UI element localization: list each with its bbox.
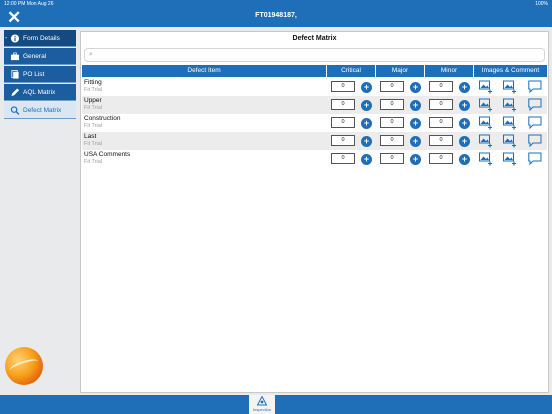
add-photo-icon[interactable] xyxy=(503,116,517,130)
sidebar-item-po-list[interactable]: PO List xyxy=(4,66,76,83)
sidebar-item-label: AQL Matrix xyxy=(23,89,56,96)
defect-item-name: USA Comments xyxy=(84,151,131,158)
sidebar-item-general[interactable]: General xyxy=(4,48,76,65)
add-critical-button[interactable]: + xyxy=(361,118,372,129)
search-icon xyxy=(10,106,20,115)
search-input[interactable]: ⌕ xyxy=(84,48,545,62)
bottom-tab-bar: Inspection xyxy=(0,395,552,414)
add-minor-button[interactable]: + xyxy=(459,100,470,111)
sidebar-item-label: Defect Matrix xyxy=(23,107,62,114)
defect-item-name: Fitting xyxy=(84,79,102,86)
defect-item-subtitle: Fit Trial xyxy=(84,159,103,165)
major-count-input[interactable]: 0 xyxy=(380,81,404,92)
battery-status: 100% xyxy=(535,1,548,7)
comment-icon[interactable] xyxy=(528,134,542,148)
add-minor-button[interactable]: + xyxy=(459,136,470,147)
sidebar-item-label: General xyxy=(23,53,47,60)
critical-count-input[interactable]: 0 xyxy=(331,81,355,92)
add-critical-button[interactable]: + xyxy=(361,82,372,93)
critical-count-input[interactable]: 0 xyxy=(331,153,355,164)
defect-item-subtitle: Fit Trial xyxy=(84,105,103,111)
column-header-defect-item: Defect Item xyxy=(82,65,327,77)
tab-inspection[interactable]: Inspection xyxy=(249,395,275,414)
add-minor-button[interactable]: + xyxy=(459,118,470,129)
sidebar: - Form Details General PO List AQL Matri… xyxy=(0,27,80,395)
table-row: Fitting Fit Trial 0 +0 +0 + xyxy=(82,78,547,96)
column-header-critical: Critical xyxy=(327,65,376,77)
add-photo-icon[interactable] xyxy=(503,80,517,94)
defect-item-subtitle: Fit Trial xyxy=(84,141,103,147)
table-row: Last Fit Trial 0 +0 +0 + xyxy=(82,132,547,150)
add-major-button[interactable]: + xyxy=(410,136,421,147)
add-minor-button[interactable]: + xyxy=(459,154,470,165)
comment-icon[interactable] xyxy=(528,116,542,130)
sidebar-item-label: Form Details xyxy=(23,35,60,42)
add-image-icon[interactable] xyxy=(479,116,493,130)
add-photo-icon[interactable] xyxy=(503,98,517,112)
critical-count-input[interactable]: 0 xyxy=(331,99,355,110)
comment-icon[interactable] xyxy=(528,80,542,94)
defect-item-name: Upper xyxy=(84,97,102,104)
table-header: Defect Item Critical Major Minor Images … xyxy=(82,65,547,77)
tab-label: Inspection xyxy=(252,407,272,412)
add-major-button[interactable]: + xyxy=(410,118,421,129)
sidebar-item-defect-matrix[interactable]: Defect Matrix xyxy=(4,102,76,119)
page-title: FT01948187, xyxy=(255,12,297,19)
status-bar: 12:00 PM Mon Aug 26 100% xyxy=(0,0,552,8)
table-row: USA Comments Fit Trial 0 +0 +0 + xyxy=(82,150,547,168)
minor-count-input[interactable]: 0 xyxy=(429,99,453,110)
add-major-button[interactable]: + xyxy=(410,82,421,93)
company-logo xyxy=(5,347,43,385)
inspection-icon xyxy=(257,396,267,406)
status-time: 12:00 PM Mon Aug 26 xyxy=(4,1,54,7)
major-count-input[interactable]: 0 xyxy=(380,153,404,164)
major-count-input[interactable]: 0 xyxy=(380,99,404,110)
table-row: Upper Fit Trial 0 +0 +0 + xyxy=(82,96,547,114)
defect-item-name: Last xyxy=(84,133,97,140)
pencil-icon xyxy=(11,88,20,97)
sidebar-item-form-details[interactable]: - Form Details xyxy=(4,30,76,47)
info-icon xyxy=(10,34,20,43)
sidebar-item-label: PO List xyxy=(23,71,45,78)
add-major-button[interactable]: + xyxy=(410,100,421,111)
sidebar-item-aql-matrix[interactable]: AQL Matrix xyxy=(4,84,76,101)
minor-count-input[interactable]: 0 xyxy=(429,135,453,146)
defect-item-subtitle: Fit Trial xyxy=(84,123,103,129)
comment-icon[interactable] xyxy=(528,98,542,112)
column-header-major: Major xyxy=(376,65,425,77)
search-icon: ⌕ xyxy=(89,51,93,58)
navigation-bar: ✕ FT01948187, xyxy=(0,8,552,27)
major-count-input[interactable]: 0 xyxy=(380,135,404,146)
comment-icon[interactable] xyxy=(528,152,542,166)
column-header-minor: Minor xyxy=(425,65,474,77)
document-icon xyxy=(11,70,19,79)
defect-matrix-panel: Defect Matrix ⌕ Defect Item Critical Maj… xyxy=(80,31,549,393)
add-minor-button[interactable]: + xyxy=(459,82,470,93)
minor-count-input[interactable]: 0 xyxy=(429,81,453,92)
critical-count-input[interactable]: 0 xyxy=(331,117,355,128)
briefcase-icon xyxy=(10,52,20,61)
add-image-icon[interactable] xyxy=(479,80,493,94)
defect-item-subtitle: Fit Trial xyxy=(84,87,103,93)
add-photo-icon[interactable] xyxy=(503,152,517,166)
column-header-images-comment: Images & Comment xyxy=(481,67,540,74)
add-photo-icon[interactable] xyxy=(503,134,517,148)
add-major-button[interactable]: + xyxy=(410,154,421,165)
major-count-input[interactable]: 0 xyxy=(380,117,404,128)
add-image-icon[interactable] xyxy=(479,98,493,112)
add-critical-button[interactable]: + xyxy=(361,136,372,147)
add-image-icon[interactable] xyxy=(479,152,493,166)
defect-item-name: Construction xyxy=(84,115,121,122)
add-critical-button[interactable]: + xyxy=(361,154,372,165)
add-image-icon[interactable] xyxy=(479,134,493,148)
minor-count-input[interactable]: 0 xyxy=(429,153,453,164)
collapse-icon: - xyxy=(5,35,8,42)
add-critical-button[interactable]: + xyxy=(361,100,372,111)
critical-count-input[interactable]: 0 xyxy=(331,135,355,146)
minor-count-input[interactable]: 0 xyxy=(429,117,453,128)
panel-title: Defect Matrix xyxy=(292,35,337,42)
table-row: Construction Fit Trial 0 +0 +0 + xyxy=(82,114,547,132)
